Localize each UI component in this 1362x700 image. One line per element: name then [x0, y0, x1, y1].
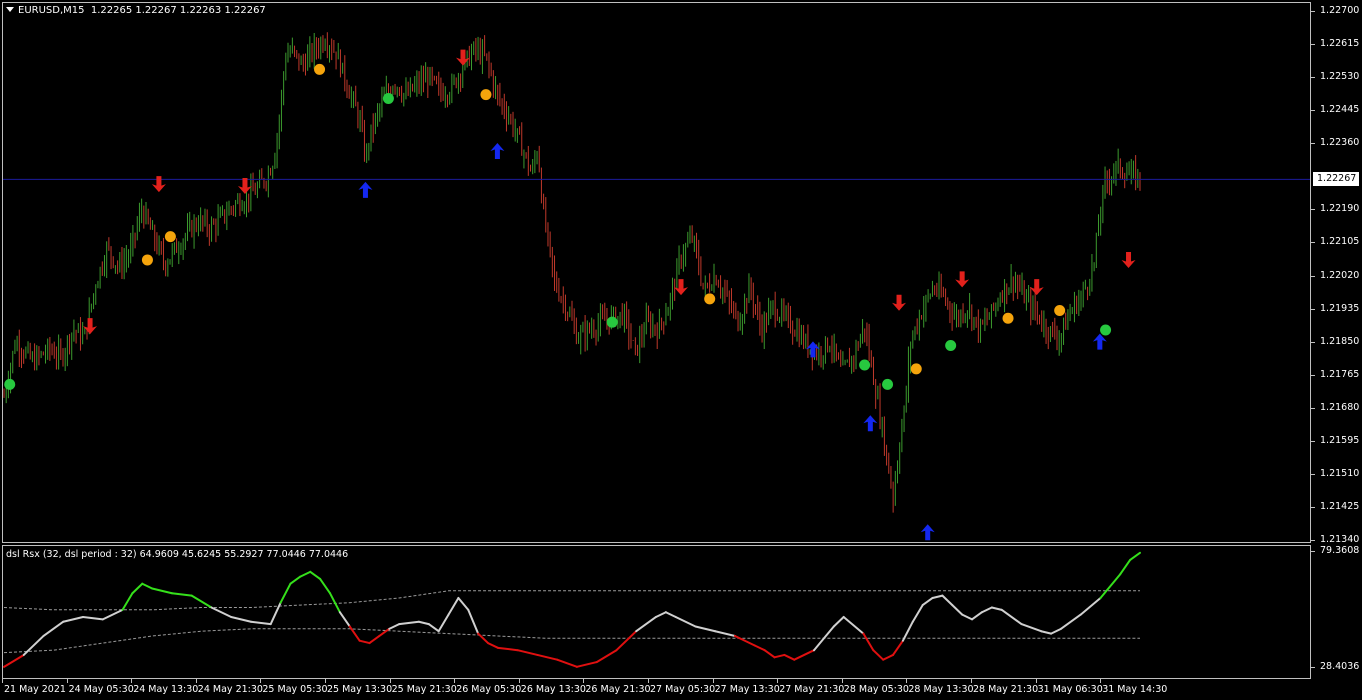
chart-menu-triangle-icon[interactable]: [6, 7, 14, 12]
signal-dot: [704, 293, 716, 305]
signal-dot: [1054, 305, 1066, 317]
ohlc-values: 1.22265 1.22267 1.22263 1.22267: [90, 5, 266, 16]
time-tick-mark: [389, 679, 391, 683]
price-tick-label: 1.22020: [1320, 269, 1360, 281]
signal-arrow-down-icon: [455, 49, 470, 66]
current-price-label: 1.22267: [1313, 172, 1359, 187]
indicator-title: dsl Rsx (32, dsl period : 32) 64.9609 45…: [6, 549, 349, 560]
time-tick-label: 31 May 06:30: [1037, 684, 1103, 695]
time-tick-mark: [906, 679, 908, 683]
signal-arrow-up-icon: [920, 524, 935, 541]
time-tick-mark: [712, 679, 714, 683]
time-tick-mark: [195, 679, 197, 683]
time-tick-mark: [131, 679, 133, 683]
signal-dot: [882, 378, 894, 390]
signal-arrow-down-icon: [892, 294, 907, 311]
signal-dot: [141, 254, 153, 266]
indicator-scale[interactable]: 79.3608 28.4036: [1311, 545, 1362, 679]
time-tick-mark: [1035, 679, 1037, 683]
signal-dot: [480, 89, 492, 101]
indicator-panel[interactable]: [2, 545, 1311, 679]
signal-arrow-down-icon: [1029, 279, 1044, 296]
price-tick-label: 1.21765: [1320, 368, 1360, 380]
candles: [3, 32, 1141, 513]
signal-dot: [314, 63, 326, 75]
signal-arrow-down-icon: [1121, 251, 1136, 268]
signal-arrow-up-icon: [1092, 333, 1107, 350]
signal-arrow-down-icon: [237, 178, 252, 195]
signal-dot: [1002, 312, 1014, 324]
time-tick-mark: [1100, 679, 1102, 683]
indicator-tick-label: 79.3608: [1320, 545, 1360, 556]
price-tick-label: 1.22445: [1320, 104, 1360, 116]
price-tick-label: 1.22615: [1320, 38, 1360, 50]
price-tick-label: 1.21425: [1320, 500, 1360, 512]
price-tick-label: 1.22190: [1320, 203, 1360, 215]
signal-arrow-up-icon: [358, 181, 373, 198]
time-tick-label: 27 May 05:30: [650, 684, 716, 695]
price-tick-label: 1.22360: [1320, 137, 1360, 149]
price-tick-label: 1.22530: [1320, 71, 1360, 83]
indicator-tick-label: 28.4036: [1320, 661, 1360, 672]
time-tick-mark: [454, 679, 456, 683]
time-tick-mark: [2, 679, 3, 683]
price-tick-label: 1.22105: [1320, 236, 1360, 248]
time-tick-label: 28 May 13:30: [908, 684, 974, 695]
symbol-info: EURUSD,M15: [18, 5, 85, 16]
time-tick-label: 26 May 13:30: [520, 684, 586, 695]
price-tick-label: 1.21850: [1320, 335, 1360, 347]
time-tick-mark: [777, 679, 779, 683]
time-tick-label: 26 May 05:30: [456, 684, 522, 695]
chart-title: EURUSD,M15 1.22265 1.22267 1.22263 1.222…: [6, 5, 266, 16]
time-tick-mark: [971, 679, 972, 683]
price-scale[interactable]: 1.22700 1.22615 1.22530 1.22445 1.22360 1.221…: [1311, 2, 1362, 545]
time-tick-label: 27 May 21:30: [779, 684, 845, 695]
price-tick-label: 1.21340: [1320, 534, 1360, 545]
time-tick-label: 21 May 2021: [4, 684, 66, 695]
time-tick-label: 25 May 21:30: [391, 684, 457, 695]
signal-dot: [910, 363, 922, 375]
time-tick-mark: [841, 679, 843, 683]
time-tick-label: 26 May 21:30: [585, 684, 651, 695]
time-tick-mark: [518, 679, 520, 683]
time-tick-label: 24 May 05:30: [68, 684, 134, 695]
signal-dot: [859, 359, 871, 371]
price-tick-label: 1.22700: [1320, 5, 1360, 16]
signal-dot: [382, 93, 394, 105]
time-tick-mark: [583, 679, 585, 683]
time-axis[interactable]: 21 May 2021 24 May 05:30 24 May 13:30 24 Ma…: [0, 679, 1311, 700]
price-tick-label: 1.21680: [1320, 401, 1360, 413]
time-tick-mark: [260, 679, 262, 683]
signal-arrow-down-icon: [674, 279, 689, 296]
signal-arrow-up-icon: [863, 415, 878, 432]
price-tick-label: 1.21510: [1320, 467, 1360, 479]
signal-dot: [945, 340, 957, 352]
time-tick-label: 28 May 05:30: [843, 684, 909, 695]
price-tick-label: 1.21935: [1320, 302, 1360, 314]
time-tick-label: 24 May 13:30: [133, 684, 199, 695]
time-tick-mark: [325, 679, 326, 683]
time-tick-label: 31 May 14:30: [1102, 684, 1168, 695]
time-tick-mark: [66, 679, 68, 683]
signal-dot: [4, 378, 16, 390]
time-tick-label: 25 May 05:30: [262, 684, 328, 695]
time-tick-label: 25 May 13:30: [327, 684, 393, 695]
signal-dot: [164, 231, 176, 243]
signal-arrow-up-icon: [490, 143, 505, 160]
price-chart-canvas[interactable]: [0, 0, 1311, 545]
time-tick-label: 24 May 21:30: [197, 684, 263, 695]
signal-arrow-down-icon: [955, 271, 970, 288]
signal-arrow-down-icon: [151, 176, 166, 193]
time-tick-mark: [648, 679, 649, 683]
price-tick-label: 1.21595: [1320, 434, 1360, 446]
signal-dot: [1100, 324, 1112, 336]
signal-dot: [606, 316, 618, 328]
time-tick-label: 27 May 13:30: [714, 684, 780, 695]
time-tick-label: 28 May 21:30: [973, 684, 1039, 695]
